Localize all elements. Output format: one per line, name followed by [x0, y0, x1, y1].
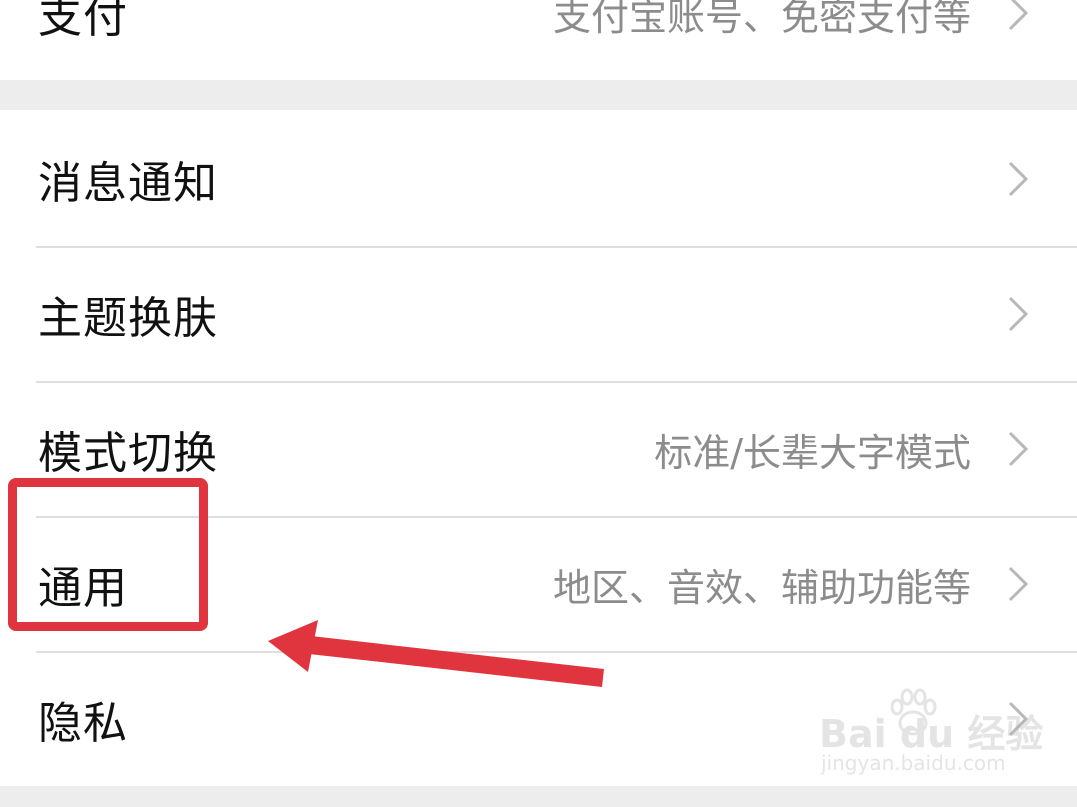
chevron-right-icon	[1008, 431, 1029, 467]
chevron-right-icon	[1008, 161, 1029, 197]
chevron-right-icon	[1008, 296, 1029, 332]
settings-item-label: 主题换肤	[38, 293, 218, 344]
watermark-url: jingyan.baidu.com	[821, 751, 1006, 775]
settings-item-label: 支付	[38, 0, 128, 43]
settings-item-label: 隐私	[38, 698, 128, 749]
settings-group-payment: 支付 支付宝账号、免密支付等	[0, 0, 1077, 80]
settings-item-label: 消息通知	[38, 158, 218, 209]
chevron-right-icon	[1008, 566, 1029, 602]
watermark: Bai du 经验 jingyan.baidu.com	[819, 685, 1043, 785]
settings-page: 支付 支付宝账号、免密支付等 消息通知 主题换肤 模式切换 标准/长辈大字模式 …	[0, 0, 1077, 807]
settings-item-payment[interactable]: 支付 支付宝账号、免密支付等	[0, 0, 1077, 80]
settings-item-value: 支付宝账号、免密支付等	[552, 0, 971, 39]
settings-item-label: 模式切换	[38, 428, 218, 479]
settings-item-theme[interactable]: 主题换肤	[0, 247, 1077, 381]
settings-item-notifications[interactable]: 消息通知	[0, 112, 1077, 246]
chevron-right-icon	[1008, 0, 1029, 31]
highlight-box	[8, 478, 208, 631]
settings-item-value: 地区、音效、辅助功能等	[552, 565, 971, 610]
settings-item-value: 标准/长辈大字模式	[654, 430, 971, 475]
watermark-text: Bai du 经验	[819, 712, 1044, 756]
